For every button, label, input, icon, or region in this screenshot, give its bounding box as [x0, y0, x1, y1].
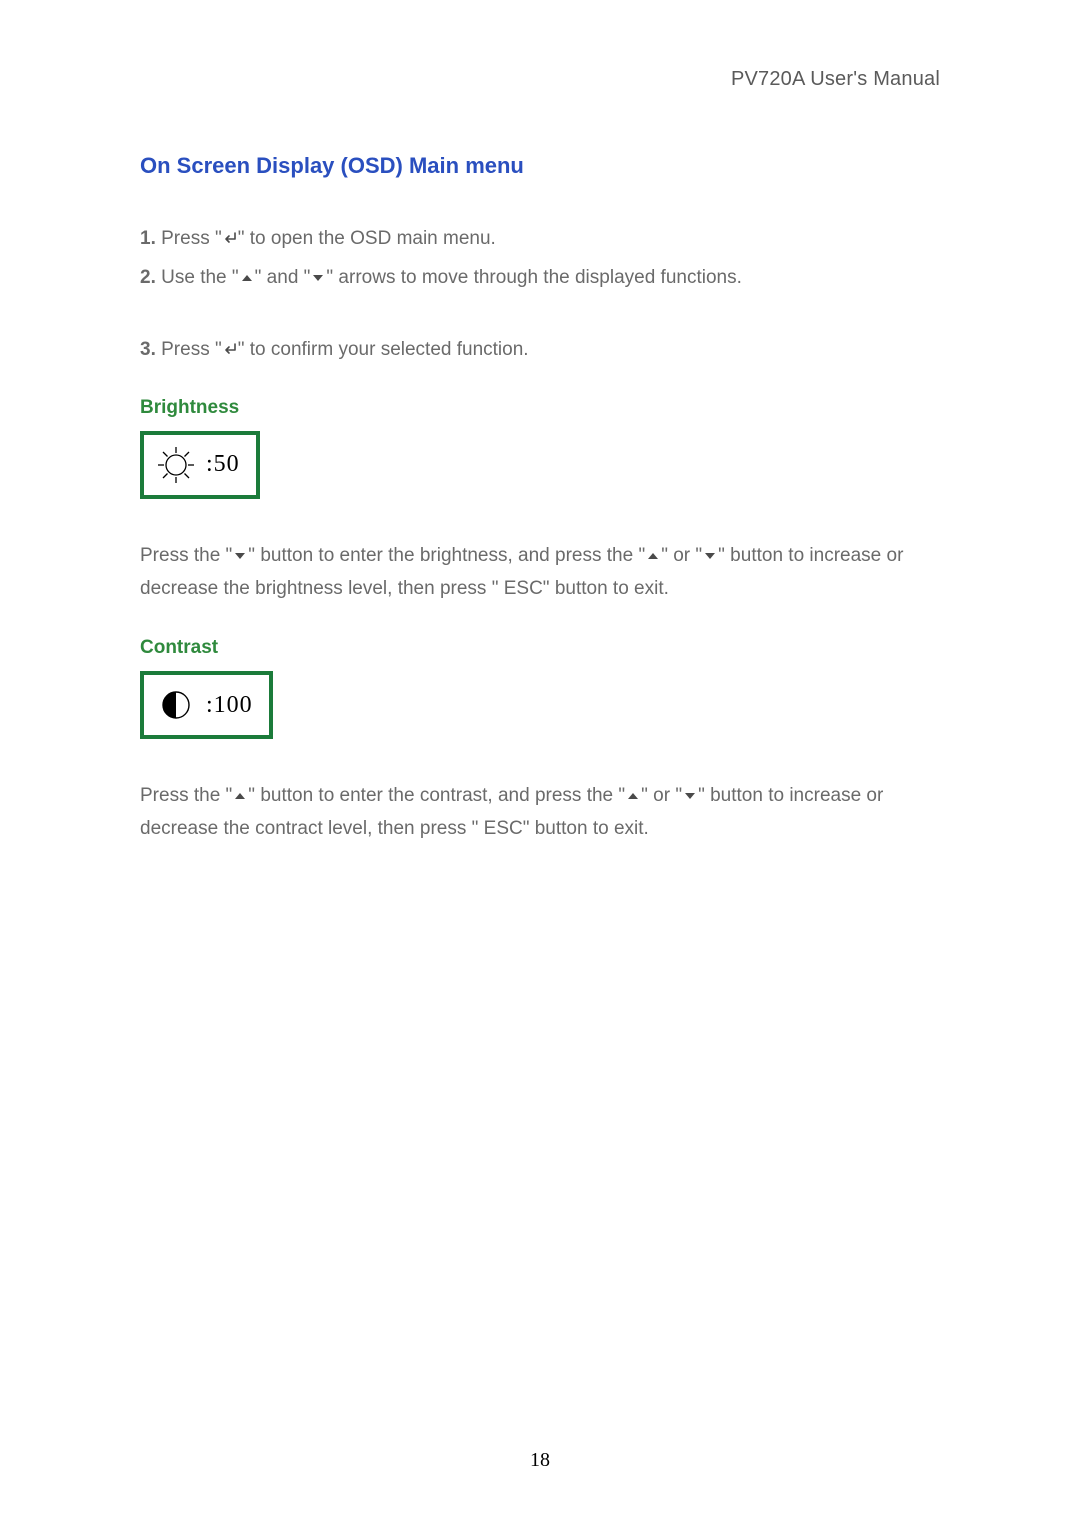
contrast-desc-c: " or ": [641, 785, 682, 806]
section-title: On Screen Display (OSD) Main menu: [140, 153, 940, 179]
brightness-description: Press the " " button to enter the brightn…: [140, 539, 940, 606]
step-3-text-a: Press ": [156, 339, 222, 360]
step-2: 2. Use the " " and " " arrows to move thro…: [140, 264, 940, 293]
contrast-desc-b: " button to enter the contrast, and pres…: [248, 785, 625, 806]
up-arrow-icon: [645, 541, 661, 555]
brightness-value: :50: [206, 451, 240, 478]
step-1-text-b: " to open the OSD main menu.: [238, 228, 496, 249]
brightness-osd-box: :50: [140, 431, 260, 499]
step-3-text-b: " to confirm your selected function.: [238, 339, 529, 360]
page-number: 18: [0, 1449, 1080, 1472]
step-3: 3. Press " " to confirm your selected fun…: [140, 336, 940, 365]
contrast-desc-a: Press the ": [140, 785, 232, 806]
contrast-osd-box: :100: [140, 671, 273, 739]
down-arrow-icon: [232, 541, 248, 555]
brightness-heading: Brightness: [140, 397, 940, 419]
brightness-sun-icon: [154, 443, 198, 487]
brightness-desc-a: Press the ": [140, 545, 232, 566]
up-arrow-icon: [625, 781, 641, 795]
step-2-text-c: " arrows to move through the displayed f…: [326, 267, 741, 288]
step-1-number: 1.: [140, 228, 156, 249]
step-2-number: 2.: [140, 267, 156, 288]
step-1: 1. Press " " to open the OSD main menu.: [140, 225, 940, 254]
contrast-description: Press the " " button to enter the contras…: [140, 779, 940, 846]
step-2-text-b: " and ": [255, 267, 311, 288]
down-arrow-icon: [702, 541, 718, 555]
down-arrow-icon: [682, 781, 698, 795]
step-2-text-a: Use the ": [156, 267, 239, 288]
header-title: PV720A User's Manual: [140, 68, 940, 91]
step-3-number: 3.: [140, 339, 156, 360]
down-arrow-icon: [310, 266, 326, 280]
brightness-desc-c: " or ": [661, 545, 702, 566]
enter-icon: [222, 227, 238, 241]
contrast-circle-icon: [154, 683, 198, 727]
contrast-value: :100: [206, 692, 253, 719]
step-1-text-a: Press ": [156, 228, 222, 249]
contrast-heading: Contrast: [140, 637, 940, 659]
up-arrow-icon: [232, 781, 248, 795]
brightness-desc-b: " button to enter the brightness, and pr…: [248, 545, 645, 566]
enter-icon: [222, 338, 238, 352]
up-arrow-icon: [239, 266, 255, 280]
